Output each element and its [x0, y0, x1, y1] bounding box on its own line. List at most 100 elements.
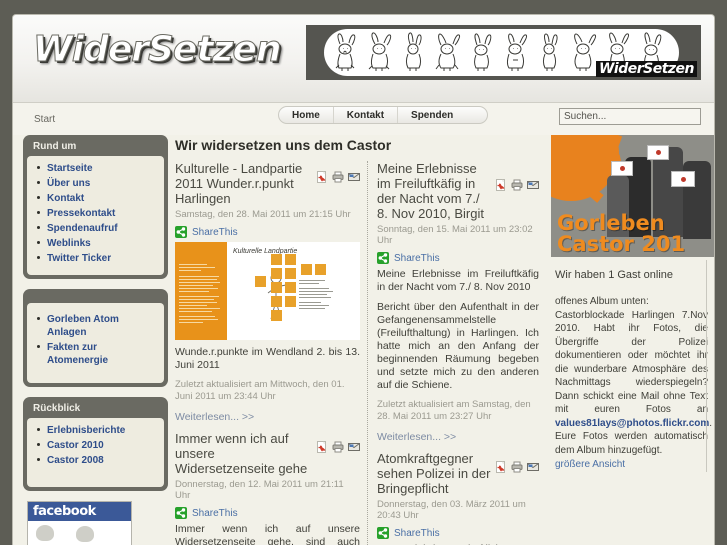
page-root: WiderSetzen WiderSetzen Home Kontakt Spe…	[0, 0, 727, 545]
article-thumbnail[interactable]: Kulturelle Landpartie	[175, 242, 360, 340]
article: Immer wenn ich auf unsere Widersetzensei…	[175, 431, 360, 545]
list-item[interactable]: Gorleben Atom Anlagen	[31, 313, 160, 341]
main-navigation[interactable]: Home Kontakt Spenden	[278, 106, 489, 124]
page-frame: WiderSetzen WiderSetzen Home Kontakt Spe…	[12, 14, 715, 545]
main-content: Wir widersetzen uns dem Castor Kulturell…	[173, 135, 546, 545]
sidebar-item-spendenaufruf[interactable]: Spendenaufruf	[47, 223, 118, 234]
album-email-link[interactable]: values81lays@photos.flickr.com	[555, 418, 709, 429]
sharethis-button[interactable]: ShareThis	[377, 252, 539, 264]
article-separator	[175, 423, 360, 431]
print-icon[interactable]	[511, 179, 523, 191]
module-body: Erlebnisberichte Castor 2010 Castor 2008	[27, 418, 164, 487]
pdf-icon[interactable]	[316, 441, 328, 453]
site-logo[interactable]: WiderSetzen	[33, 29, 283, 71]
email-icon[interactable]	[348, 171, 360, 183]
thumb-block	[271, 310, 282, 321]
rabbit-icon	[474, 33, 492, 71]
read-more-link[interactable]: Weiterlesen... >>	[175, 411, 254, 423]
article-date: Donnerstag, den 12. Mai 2011 um 21:11 Uh…	[175, 479, 344, 501]
article-title[interactable]: Atomkraftgegner sehen Polizei in der Bri…	[377, 451, 495, 496]
japan-flag	[611, 161, 633, 176]
article-paragraph: Immer wenn ich auf unsere Widersetzensei…	[175, 523, 360, 545]
album-larger-view-link[interactable]: größere Ansicht	[555, 459, 625, 470]
module-title	[27, 293, 164, 303]
email-icon[interactable]	[527, 179, 539, 191]
sidebar-item-castor-2010[interactable]: Castor 2010	[47, 440, 104, 451]
article-date: Sonntag, den 15. Mai 2011 um 23:02 Uhr	[377, 224, 533, 246]
read-more-label: Weiterlesen...	[175, 411, 239, 423]
sidebar-item-startseite[interactable]: Startseite	[47, 163, 93, 174]
thumb-block	[285, 282, 296, 293]
sidebar-item-erlebnisberichte[interactable]: Erlebnisberichte	[47, 425, 125, 436]
article-paragraph: Meine Erlebnisse im Freiluftkäfig in der…	[377, 268, 539, 293]
list-item[interactable]: Erlebnisberichte	[31, 424, 160, 439]
pdf-icon[interactable]	[495, 461, 507, 473]
facebook-widget-body	[28, 521, 131, 545]
facebook-widget[interactable]: facebook	[27, 501, 132, 545]
sidebar-item-twitter-ticker[interactable]: Twitter Ticker	[47, 253, 111, 264]
rabbit-icon	[335, 33, 356, 71]
email-icon[interactable]	[348, 441, 360, 453]
print-icon[interactable]	[511, 461, 523, 473]
share-icon	[377, 252, 389, 264]
article-tool-icons	[316, 431, 360, 453]
article-header: Immer wenn ich auf unsere Widersetzensei…	[175, 431, 360, 476]
module-link-list: Erlebnisberichte Castor 2010 Castor 2008	[31, 424, 160, 469]
sidebar-item-gorleben-atom-anlagen[interactable]: Gorleben Atom Anlagen	[47, 314, 119, 338]
list-item[interactable]: Fakten zur Atomenergie	[31, 341, 160, 369]
sidebar-item-castor-2008[interactable]: Castor 2008	[47, 455, 104, 466]
thumb-block	[285, 268, 296, 279]
right-sidebar: Gorleben Castor 201 Wir haben 1 Gast onl…	[551, 135, 714, 472]
article-columns: Kulturelle - Landpartie 2011 Wunder.r.pu…	[173, 161, 546, 545]
sharethis-button[interactable]: ShareThis	[175, 226, 360, 238]
list-item[interactable]: Kontakt	[31, 192, 160, 207]
thumb-block	[301, 264, 312, 275]
sidebar-item-fakten-zur-atomenergie[interactable]: Fakten zur Atomenergie	[47, 342, 108, 366]
pdf-icon[interactable]	[316, 171, 328, 183]
article-title[interactable]: Immer wenn ich auf unsere Widersetzensei…	[175, 431, 316, 476]
module-rund-um: Rund um Startseite Über uns Kontakt Pres…	[23, 135, 168, 279]
search-input[interactable]: Suchen...	[559, 108, 701, 125]
article-paragraph: Bericht über den Aufenthalt in der Gefan…	[377, 301, 539, 391]
thumb-left-text	[179, 264, 223, 325]
email-icon[interactable]	[527, 461, 539, 473]
article-paragraph: Wunde.r.punkte im Wendland 2. bis 13. Ju…	[175, 346, 360, 371]
pdf-icon[interactable]	[495, 179, 507, 191]
list-item[interactable]: Pressekontakt	[31, 207, 160, 222]
share-icon	[377, 527, 389, 539]
list-item[interactable]: Über uns	[31, 177, 160, 192]
list-item[interactable]: Weblinks	[31, 237, 160, 252]
sidebar-item-kontakt[interactable]: Kontakt	[47, 193, 84, 204]
thumb-block	[271, 282, 282, 293]
album-text: Castorblockade Harlingen 7.Nov 2010. Hab…	[555, 309, 708, 416]
nav-item-home[interactable]: Home	[279, 107, 334, 123]
sharethis-button[interactable]: ShareThis	[377, 527, 539, 539]
article-header: Meine Erlebnisse im Freiluftkäfig in der…	[377, 161, 539, 221]
thumb-block	[315, 264, 326, 275]
list-item[interactable]: Castor 2008	[31, 454, 160, 469]
article: Meine Erlebnisse im Freiluftkäfig in der…	[377, 161, 539, 443]
list-item[interactable]: Twitter Ticker	[31, 252, 160, 267]
nav-item-kontakt[interactable]: Kontakt	[334, 107, 399, 123]
nav-item-spenden[interactable]: Spenden	[398, 107, 487, 123]
article-tool-icons	[495, 161, 539, 191]
sharethis-button[interactable]: ShareThis	[175, 507, 360, 519]
read-more-arrows: >>	[443, 431, 457, 443]
thumb-block	[271, 254, 282, 265]
article-body: Immer wenn ich auf unsere Widersetzensei…	[175, 523, 360, 545]
list-item[interactable]: Spendenaufruf	[31, 222, 160, 237]
article-title[interactable]: Kulturelle - Landpartie 2011 Wunder.r.pu…	[175, 161, 316, 206]
rabbit-icon	[574, 33, 596, 71]
print-icon[interactable]	[332, 441, 344, 453]
print-icon[interactable]	[332, 171, 344, 183]
article-title[interactable]: Meine Erlebnisse im Freiluftkäfig in der…	[377, 161, 495, 221]
article-header: Atomkraftgegner sehen Polizei in der Bri…	[377, 451, 539, 496]
sidebar-item-weblinks[interactable]: Weblinks	[47, 238, 91, 249]
sidebar-item-pressekontakt[interactable]: Pressekontakt	[47, 208, 115, 219]
promo-banner-image[interactable]: Gorleben Castor 201	[551, 135, 714, 257]
sidebar-item-ueber-uns[interactable]: Über uns	[47, 178, 90, 189]
list-item[interactable]: Castor 2010	[31, 439, 160, 454]
read-more-link[interactable]: Weiterlesen... >>	[377, 431, 456, 443]
japan-flag	[647, 145, 669, 160]
list-item[interactable]: Startseite	[31, 162, 160, 177]
